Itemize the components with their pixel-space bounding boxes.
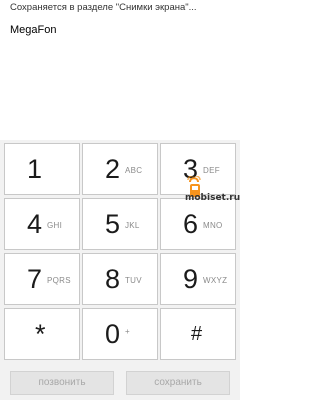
key-digit: 6 bbox=[183, 209, 199, 239]
key-letters: MNO bbox=[203, 221, 223, 230]
dial-keypad: 1 2 ABC 3 DEF 4 GHI 5 JKL 6 MNO 7 PQRS 8… bbox=[0, 140, 240, 366]
key-letters: ABC bbox=[125, 166, 143, 175]
key-9[interactable]: 9 WXYZ bbox=[160, 253, 236, 305]
key-letters: JKL bbox=[125, 221, 140, 230]
key-letters: GHI bbox=[47, 221, 63, 230]
key-digit: 5 bbox=[105, 209, 121, 239]
key-letters: PQRS bbox=[47, 276, 71, 285]
key-digit: 1 bbox=[27, 154, 43, 184]
key-5[interactable]: 5 JKL bbox=[82, 198, 158, 250]
status-message: Сохраняется в разделе "Снимки экрана"... bbox=[10, 2, 197, 13]
key-letters: DEF bbox=[203, 166, 220, 175]
key-letters: TUV bbox=[125, 276, 142, 285]
key-digit: 4 bbox=[27, 209, 43, 239]
key-letters: + bbox=[125, 327, 130, 336]
key-star[interactable]: * bbox=[4, 308, 80, 360]
key-digit: # bbox=[191, 323, 203, 345]
action-bar: позвонить сохранить bbox=[0, 366, 240, 400]
watermark-text: mobiset.ru bbox=[185, 193, 241, 203]
key-hash[interactable]: # bbox=[160, 308, 236, 360]
key-4[interactable]: 4 GHI bbox=[4, 198, 80, 250]
key-digit: * bbox=[35, 319, 46, 349]
key-digit: 2 bbox=[105, 154, 121, 184]
key-7[interactable]: 7 PQRS bbox=[4, 253, 80, 305]
dialed-number-field: MegaFon bbox=[10, 24, 57, 36]
key-6[interactable]: 6 MNO bbox=[160, 198, 236, 250]
key-1[interactable]: 1 bbox=[4, 143, 80, 195]
save-button[interactable]: сохранить bbox=[126, 371, 230, 395]
key-digit: 8 bbox=[105, 264, 121, 294]
key-digit: 7 bbox=[27, 264, 43, 294]
key-digit: 0 bbox=[105, 319, 121, 349]
key-0[interactable]: 0 + bbox=[82, 308, 158, 360]
key-2[interactable]: 2 ABC bbox=[82, 143, 158, 195]
key-digit: 9 bbox=[183, 264, 199, 294]
key-8[interactable]: 8 TUV bbox=[82, 253, 158, 305]
call-button[interactable]: позвонить bbox=[10, 371, 114, 395]
key-letters: WXYZ bbox=[203, 276, 228, 285]
